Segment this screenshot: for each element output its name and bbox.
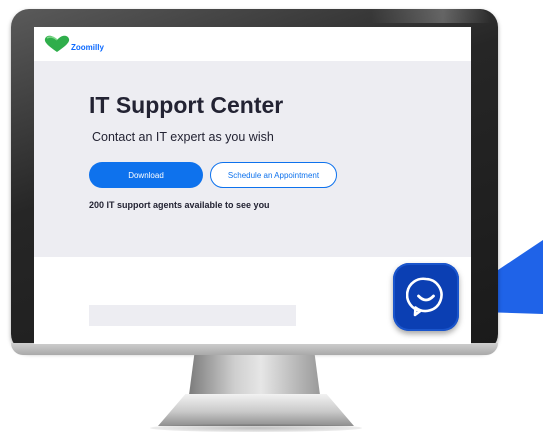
hero-section: IT Support Center Contact an IT expert a… <box>34 61 471 257</box>
monitor-stand-neck <box>189 355 320 395</box>
brand-name: Zoomilly <box>71 42 104 52</box>
schedule-appointment-button[interactable]: Schedule an Appointment <box>210 162 337 188</box>
content-placeholder-bar <box>89 305 296 326</box>
monitor-chin <box>11 343 498 355</box>
monitor-stand-shadow <box>150 424 362 432</box>
page-title: IT Support Center <box>89 92 284 118</box>
monitor-screen: Zoomilly IT Support Center Contact an IT… <box>34 27 471 344</box>
chat-button[interactable] <box>393 263 459 331</box>
bezel-glare <box>371 9 491 23</box>
agents-available-text: 200 IT support agents available to see y… <box>89 200 270 210</box>
download-button[interactable]: Download <box>89 162 203 188</box>
heart-logo-icon <box>44 35 70 53</box>
monitor-stand-base <box>158 394 354 426</box>
top-navigation-bar: Zoomilly <box>34 27 471 61</box>
page-subtitle: Contact an IT expert as you wish <box>92 130 274 144</box>
brand-logo[interactable]: Zoomilly <box>44 35 104 53</box>
scene: Zoomilly IT Support Center Contact an IT… <box>0 0 543 434</box>
chat-bubble-smile-icon <box>406 276 446 318</box>
